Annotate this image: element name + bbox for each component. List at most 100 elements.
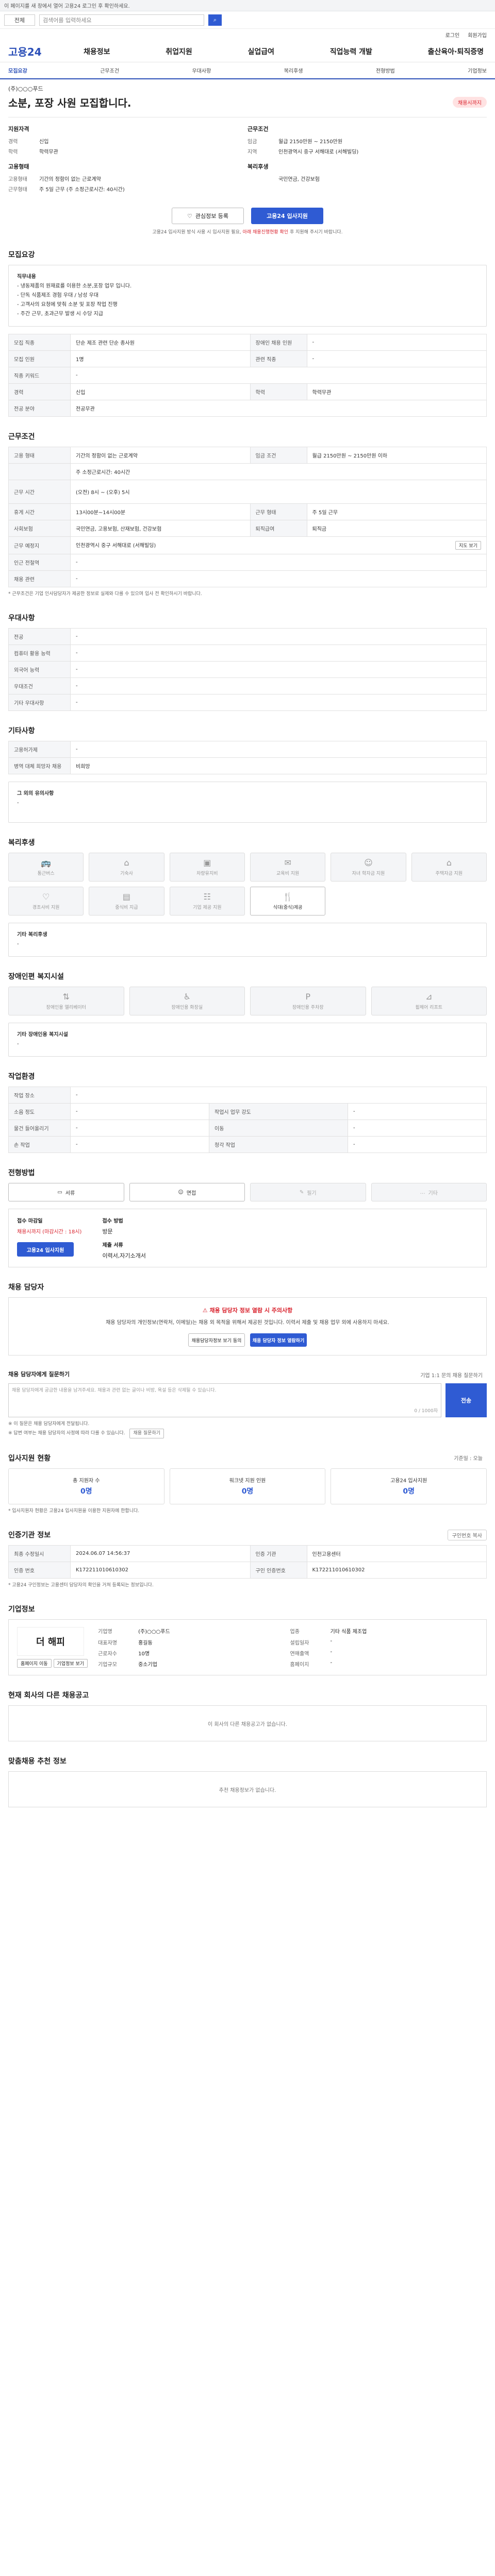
company-detail-button[interactable]: 기업정보 보기 [53,1659,88,1668]
table-row: 사회보험 국민연금, 고용보험, 산재보험, 건강보험 퇴직급여 퇴직금 [8,520,487,537]
tab-work[interactable]: 근무조건 [100,66,119,74]
section-auth-title: 인증기관 정보 구인번호 복사 [8,1530,487,1541]
gnb-item-training[interactable]: 직업능력 개발 [327,46,375,57]
table-key: 고용 형태 [8,447,71,464]
step-label: 기타 [428,1190,438,1196]
qna-box: 채용 담당자에게 궁금한 내용을 남겨주세요. 채용과 관련 없는 글이나 비방… [8,1383,487,1418]
homepage-button[interactable]: 홈페이지 이동 [17,1659,52,1668]
search-category-select[interactable]: 전체 [4,14,35,26]
deadline-label: 접수 마감일 [17,1218,43,1225]
view-contact-button[interactable]: 채용 담당자 정보 열람하기 [250,1333,307,1347]
table-value: - [348,1120,487,1137]
gnb-item-jobs[interactable]: 채용정보 [80,46,113,57]
gnb-item-certificates[interactable]: 출산육아·퇴직증명 [425,46,487,57]
section-disabled-title: 장애인편 복지시설 [8,971,487,981]
welfare-etc-text: - [17,941,19,947]
apply-button[interactable]: 고용24 입사지원 [251,208,323,224]
stats-row: 총 지원자 수 0명 워크넷 지원 인원 0명 고용24 입사지원 0명 [8,1468,487,1504]
heart-icon: ♡ [187,212,192,219]
map-button[interactable]: 지도 보기 [455,541,481,550]
qna-textarea[interactable]: 채용 담당자에게 궁금한 내용을 남겨주세요. 채용과 관련 없는 글이나 비방… [8,1383,441,1418]
work-note: * 근무조건은 기업 인사담당자가 제공한 정보로 실제와 다를 수 있으며 입… [8,591,202,597]
search-input[interactable]: 검색어를 입력하세요 [39,14,204,26]
stats-note: * 입사지원자 현황은 고용24 입사지원을 이용한 지원자에 한합니다. [8,1508,140,1514]
qna-note-line: ※ 답변 여부는 채용 담당자의 사정에 따라 다를 수 있습니다. 채용 질문… [8,1428,487,1438]
info-key: 설립일자 [290,1640,309,1646]
table-row: 고용허가제 - [8,741,487,758]
table-key: 퇴직급여 [250,520,307,537]
section-tabs: 모집요강 근무조건 우대사항 복리후생 전형방법 기업정보 [0,62,495,79]
apply-notice-emph[interactable]: 아래 채용진행현황 확인 [243,230,289,235]
summary-emp-title: 고용형태 [8,163,29,170]
facility-item: P 장애인용 주차장 [250,987,366,1016]
login-link[interactable]: 로그인 [446,31,460,39]
facility-item: ♿ 장애인용 화장실 [129,987,245,1016]
info-value: - [330,1649,333,1655]
table-value: K172211010610302 [70,1562,251,1579]
site-logo[interactable]: 고용24 [8,44,80,59]
table-row: 소음 정도 - 작업시 업무 강도 - [8,1103,487,1121]
table-key: 관련 직종 [250,350,307,367]
apply-notice: 고용24 입사지원 방식 사용 시 입사지원 필요, 아래 채용진행현황 확인 … [8,228,487,235]
welfare-label: 기업 제공 지원 [193,905,222,911]
company-info: 기업명 (주)○○○푸드 업종 기타 식품 제조업 대표자명 홍길동 설립일자 - 근로… [98,1627,478,1668]
apply-button-bottom[interactable]: 고용24 입사지원 [17,1242,74,1257]
welfare-item: ☷ 기업 제공 지원 [169,887,245,916]
etc-icon: … [420,1189,425,1195]
stat-card: 고용24 입사지원 0명 [331,1468,487,1504]
section-welfare-title-text: 복리후생 [8,839,35,848]
gnb-item-unemployment[interactable]: 실업급여 [245,46,278,57]
etc-notice-box: 그 외의 유의사항 - [8,782,487,823]
disabled-grid: ⇅ 장애인용 엘리베이터 ♿ 장애인용 화장실 P 장애인용 주차장 ⊿ 휠체어 리프트 [8,987,487,1016]
table-row: 병역 대체 희망자 채용 비희망 [8,757,487,775]
table-key: 전공 분야 [8,400,71,417]
tab-company[interactable]: 기업정보 [468,66,487,74]
tab-process[interactable]: 전형방법 [376,66,395,74]
section-process-title-text: 전형방법 [8,1169,35,1178]
scrap-button[interactable]: ♡ 관심정보 등록 [172,208,244,224]
summary-key: 경력 [8,139,18,145]
tab-pref[interactable]: 우대사항 [192,66,211,74]
info-value: (주)○○○푸드 [138,1629,170,1635]
section-work-title-text: 근무조건 [8,433,35,441]
info-value: - [330,1638,333,1644]
house-icon: ⌂ [446,858,452,868]
summary-key [248,175,278,182]
table-key: 근무 예정지 [8,536,71,554]
job-description-heading: 직무내용 [17,274,36,280]
info-value: 기타 식품 제조업 [330,1629,367,1635]
table-key: 컴퓨터 활용 능력 [8,645,71,662]
copy-number-button[interactable]: 구인번호 복사 [447,1530,487,1541]
consent-button[interactable]: 채용담당자정보 보기 동의 [188,1333,245,1347]
contact-warning-box: ⚠ 채용 담당자 정보 열람 시 주의사항 채용 담당자의 개인정보(연락처, … [8,1297,487,1356]
qna-note: ※ 이 질문은 채용 담당자에게 전달됩니다. ※ 답변 여부는 채용 담당자의… [8,1420,487,1438]
table-key: 근무 시간 [8,480,71,504]
table-row: 근무 시간 (오전) 8시 ~ (오후) 5시 [8,480,487,504]
signup-link[interactable]: 회원가입 [468,31,487,39]
summary-cond-title: 근무조건 [248,126,269,132]
tab-recruit[interactable]: 모집요강 [8,66,27,74]
company-logo: 더 해피 [17,1627,84,1656]
section-contact-title: 채용 담당자 [8,1282,487,1292]
section-etc-title-text: 기타사항 [8,727,35,736]
table-key: 사회보험 [8,520,71,537]
info-key: 대표자명 [98,1640,117,1646]
table-key: 손 작업 [8,1136,71,1154]
gnb-item-support[interactable]: 취업지원 [162,46,195,57]
table-key: 채용 관련 [8,570,71,587]
section-recommend-title-text: 맞춤채용 추천 정보 [8,1757,67,1766]
qna-more-button[interactable]: 채용 질문하기 [129,1428,164,1438]
table-value: - [70,1136,209,1154]
summary-value: 신입 [39,139,49,145]
table-value: K172211010610302 [306,1562,487,1579]
summary-value: 월급 2150만원 ~ 2150만원 [278,139,343,145]
table-key: 작업시 업무 강도 [209,1103,348,1121]
table-row: 전공 - [8,628,487,646]
table-value: 기간의 정함이 없는 근로계약 [70,447,251,464]
qna-send-button[interactable]: 전송 [446,1383,487,1418]
table-key: 인증 번호 [8,1562,71,1579]
table-key: 최종 수정일시 [8,1545,71,1563]
search-button[interactable]: ⌕ [208,14,222,26]
status-badge: 채용시까지 [453,97,487,108]
tab-welfare[interactable]: 복리후생 [284,66,303,74]
